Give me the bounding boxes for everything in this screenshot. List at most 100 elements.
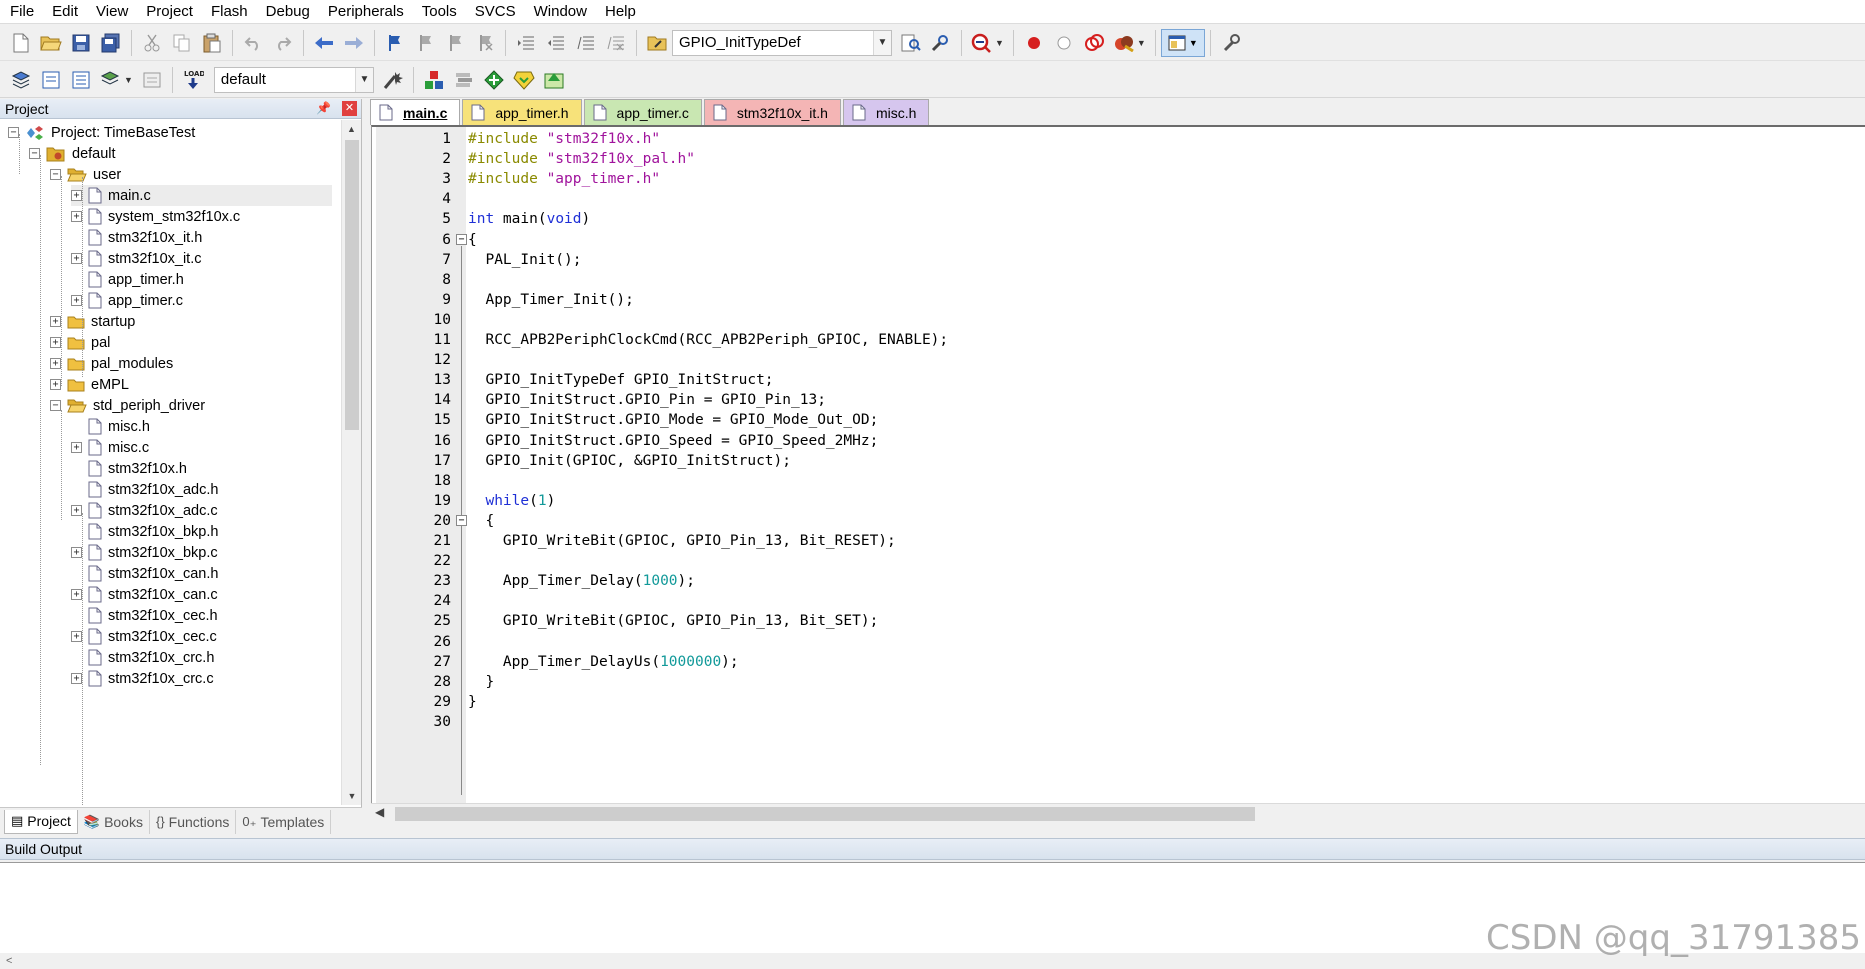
tree-item[interactable]: stm32f10x_bkp.h (71, 521, 218, 542)
target-options-icon[interactable] (378, 66, 408, 94)
expand-icon[interactable]: + (71, 253, 82, 264)
tree-item[interactable]: + stm32f10x_cec.c (71, 626, 217, 647)
tree-item[interactable]: app_timer.h (71, 269, 184, 290)
close-icon[interactable]: ✕ (342, 101, 357, 116)
navigate-forward-icon[interactable] (339, 29, 369, 57)
tree-item[interactable]: stm32f10x_it.h (71, 227, 202, 248)
cut-icon[interactable] (137, 29, 167, 57)
pin-icon[interactable]: 📌 (316, 101, 331, 115)
tree-item[interactable]: stm32f10x_crc.h (71, 647, 214, 668)
copy-icon[interactable] (167, 29, 197, 57)
collapse-icon[interactable]: − (29, 148, 40, 159)
open-file-button[interactable] (36, 29, 66, 57)
run-time-environment-icon[interactable] (539, 66, 569, 94)
scroll-thumb[interactable] (395, 807, 1255, 821)
scroll-left-icon[interactable]: < (6, 955, 12, 967)
tree-item[interactable]: stm32f10x_cec.h (71, 605, 218, 626)
window-layout-button[interactable]: ▼ (1160, 28, 1205, 57)
enable-breakpoint-icon[interactable] (1049, 29, 1079, 57)
tree-item[interactable]: misc.h (71, 416, 150, 437)
tree-vertical-scrollbar[interactable]: ▲ ▼ (341, 120, 361, 805)
tree-item[interactable]: + misc.c (71, 437, 149, 458)
disable-breakpoints-icon[interactable] (1079, 29, 1109, 57)
paste-icon[interactable] (197, 29, 227, 57)
tree-item[interactable]: + system_stm32f10x.c (71, 206, 240, 227)
menu-project[interactable]: Project (136, 0, 201, 24)
editor-tab[interactable]: stm32f10x_it.h (703, 99, 841, 125)
editor-tab[interactable]: main.c (370, 99, 461, 125)
scroll-left-icon[interactable]: ◀ (375, 805, 384, 819)
expand-icon[interactable]: + (71, 211, 82, 222)
clear-bookmarks-icon[interactable] (470, 29, 500, 57)
menu-flash[interactable]: Flash (201, 0, 256, 24)
tree-item[interactable]: + stm32f10x_adc.c (71, 500, 218, 521)
build-icon[interactable] (36, 66, 66, 94)
code-area[interactable]: #include "stm32f10x.h" #include "stm32f10… (468, 127, 1865, 803)
editor-tab[interactable]: app_timer.c (583, 99, 702, 125)
rebuild-icon[interactable] (66, 66, 96, 94)
menu-edit[interactable]: Edit (42, 0, 86, 24)
select-packs-icon[interactable] (479, 66, 509, 94)
tab-books[interactable]: 📚 Books (78, 809, 150, 834)
redo-icon[interactable] (268, 29, 298, 57)
uncomment-icon[interactable] (601, 29, 631, 57)
expand-icon[interactable]: + (71, 442, 82, 453)
editor-horizontal-scrollbar[interactable]: ◀ (371, 803, 1865, 823)
code-editor[interactable]: 1 2 3 4 5 6 7 8 9 10 11 12 13 14 15 16 17 18 19 20 21 22 23 24 2… (371, 125, 1865, 803)
tree-item[interactable]: + stm32f10x_bkp.c (71, 542, 218, 563)
expand-icon[interactable]: + (50, 358, 61, 369)
menu-window[interactable]: Window (524, 0, 595, 24)
save-all-button[interactable] (96, 29, 126, 57)
tree-item[interactable]: + app_timer.c (71, 290, 183, 311)
tree-item[interactable]: + startup (50, 311, 135, 332)
expand-icon[interactable]: + (71, 190, 82, 201)
expand-icon[interactable]: + (50, 379, 61, 390)
insert-breakpoint-icon[interactable] (1019, 29, 1049, 57)
chevron-down-icon[interactable]: ▼ (995, 38, 1004, 48)
navigate-back-icon[interactable] (309, 29, 339, 57)
tree-item[interactable]: + stm32f10x_it.c (71, 248, 202, 269)
chevron-down-icon[interactable]: ▼ (354, 67, 373, 92)
target-combo[interactable]: default ▼ (213, 66, 374, 93)
expand-icon[interactable]: + (50, 337, 61, 348)
unindent-icon[interactable] (541, 29, 571, 57)
tree-item[interactable]: + stm32f10x_crc.c (71, 668, 214, 689)
find-combo[interactable]: GPIO_InitTypeDef ▼ (672, 29, 892, 56)
expand-icon[interactable]: + (50, 316, 61, 327)
insert-bookmark-icon[interactable] (380, 29, 410, 57)
scroll-thumb[interactable] (345, 140, 359, 430)
menu-peripherals[interactable]: Peripherals (318, 0, 412, 24)
batch-build-icon[interactable] (96, 66, 126, 94)
comment-icon[interactable] (571, 29, 601, 57)
expand-icon[interactable]: + (71, 295, 82, 306)
tree-item[interactable]: + stm32f10x_can.c (71, 584, 218, 605)
menu-file[interactable]: File (0, 0, 42, 24)
scroll-up-icon[interactable]: ▲ (342, 120, 361, 138)
tree-item[interactable]: + main.c (71, 185, 332, 206)
editor-tab[interactable]: misc.h (842, 99, 930, 125)
manage-project-items-icon[interactable] (419, 66, 449, 94)
tab-functions[interactable]: {} Functions (150, 809, 237, 834)
new-file-button[interactable] (6, 29, 36, 57)
tree-item[interactable]: − Project: TimeBaseTest (8, 122, 195, 143)
tree-item[interactable]: + pal_modules (50, 353, 173, 374)
chevron-down-icon[interactable]: ▼ (873, 30, 891, 55)
collapse-icon[interactable]: − (50, 400, 61, 411)
undo-icon[interactable] (238, 29, 268, 57)
collapse-icon[interactable]: − (50, 169, 61, 180)
tree-item[interactable]: stm32f10x.h (71, 458, 187, 479)
tab-templates[interactable]: 0₊ Templates (236, 809, 332, 834)
file-extensions-icon[interactable] (449, 66, 479, 94)
menu-view[interactable]: View (86, 0, 136, 24)
find-icon[interactable] (896, 29, 926, 57)
tab-project[interactable]: ▤ Project (4, 809, 78, 834)
expand-icon[interactable]: + (71, 673, 82, 684)
configure-tools-icon[interactable] (1216, 29, 1246, 57)
scroll-down-icon[interactable]: ▼ (342, 787, 362, 805)
indent-icon[interactable] (511, 29, 541, 57)
find-in-files-icon[interactable] (642, 29, 672, 57)
tree-item[interactable]: − default (29, 143, 116, 164)
expand-icon[interactable]: + (71, 631, 82, 642)
tree-item[interactable]: stm32f10x_adc.h (71, 479, 218, 500)
tree-item[interactable]: − std_periph_driver (50, 395, 205, 416)
